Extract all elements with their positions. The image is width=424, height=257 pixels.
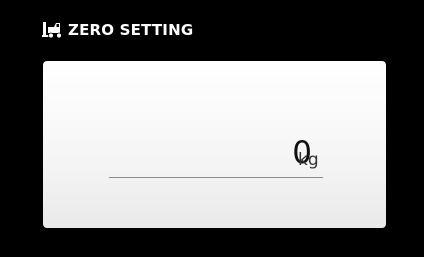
weight-display-panel <box>43 61 386 228</box>
screen-title: ZERO SETTING <box>68 21 194 39</box>
header-bar: ZERO SETTING <box>0 0 424 58</box>
forklift-icon <box>42 21 64 39</box>
value-underline <box>109 177 323 178</box>
weight-unit: kg <box>298 150 319 170</box>
